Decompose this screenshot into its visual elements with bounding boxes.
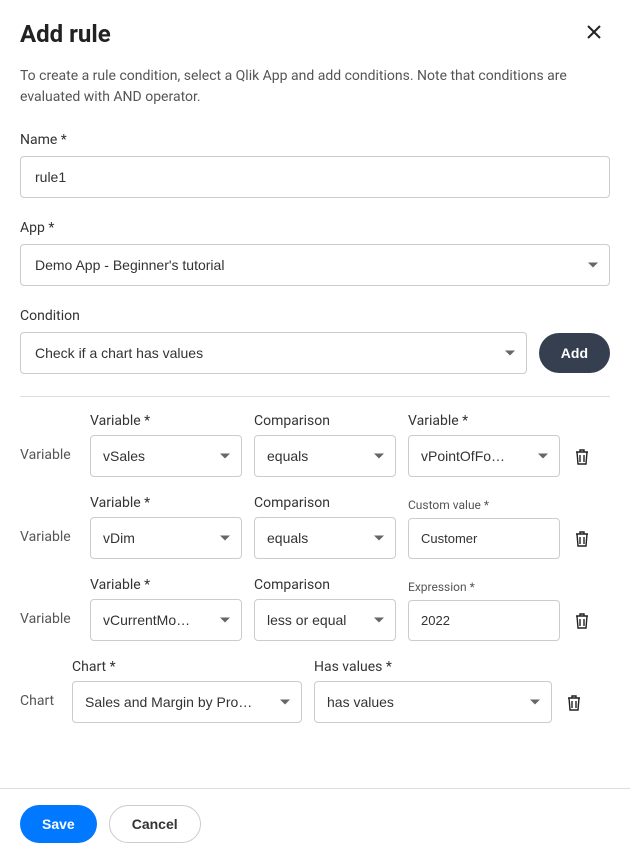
trash-icon [575, 613, 589, 629]
comparison-select[interactable]: equals [254, 435, 396, 477]
comparison-select[interactable]: less or equal [254, 599, 396, 641]
variable-col-header: Variable * [90, 413, 242, 429]
dialog-title: Add rule [20, 20, 111, 48]
variable-col-header: Variable * [90, 495, 242, 511]
condition-select[interactable]: Check if a chart has values [20, 332, 527, 374]
delete-row-button[interactable] [572, 449, 592, 477]
dialog-description: To create a rule condition, select a Qli… [20, 66, 610, 108]
dialog-footer: Save Cancel [0, 788, 630, 859]
right-col-header: Variable * [408, 413, 560, 429]
condition-row: Variable Variable * vCurrentMo… Comparis… [20, 577, 610, 641]
trash-icon [575, 531, 589, 547]
condition-row: Variable Variable * vDim Comparison equa… [20, 495, 610, 559]
chart-select[interactable]: Sales and Margin by Pro… [72, 681, 302, 723]
custom-value-input[interactable] [408, 518, 560, 559]
close-button[interactable] [578, 20, 610, 48]
chart-condition-row: Chart Chart * Sales and Margin by Pro… H… [20, 659, 610, 723]
delete-row-button[interactable] [564, 695, 584, 723]
variable-select[interactable]: vDim [90, 517, 242, 559]
has-values-col-header: Has values * [314, 659, 552, 675]
delete-row-button[interactable] [572, 613, 592, 641]
has-values-select[interactable]: has values [314, 681, 552, 723]
row-type-label: Variable [20, 529, 78, 559]
expression-input[interactable] [408, 600, 560, 641]
comparison-col-header: Comparison [254, 495, 396, 511]
trash-icon [575, 449, 589, 465]
variable-select[interactable]: vCurrentMo… [90, 599, 242, 641]
right-col-header: Custom value * [408, 498, 560, 512]
condition-label: Condition [20, 308, 610, 324]
comparison-col-header: Comparison [254, 413, 396, 429]
right-variable-select[interactable]: vPointOfFo… [408, 435, 560, 477]
name-label: Name * [20, 132, 610, 148]
cancel-button[interactable]: Cancel [109, 805, 201, 843]
app-select[interactable]: Demo App - Beginner's tutorial [20, 244, 610, 286]
variable-select[interactable]: vSales [90, 435, 242, 477]
chart-col-header: Chart * [72, 659, 302, 675]
add-condition-button[interactable]: Add [539, 333, 610, 373]
save-button[interactable]: Save [20, 805, 97, 843]
trash-icon [567, 695, 581, 711]
delete-row-button[interactable] [572, 531, 592, 559]
row-type-label: Chart [20, 693, 60, 723]
row-type-label: Variable [20, 611, 78, 641]
divider [20, 396, 610, 397]
variable-col-header: Variable * [90, 577, 242, 593]
comparison-col-header: Comparison [254, 577, 396, 593]
condition-row: Variable Variable * vSales Comparison eq… [20, 413, 610, 477]
comparison-select[interactable]: equals [254, 517, 396, 559]
close-icon [586, 24, 602, 40]
right-col-header: Expression * [408, 580, 560, 594]
name-input[interactable] [20, 156, 610, 198]
app-label: App * [20, 220, 610, 236]
row-type-label: Variable [20, 447, 78, 477]
